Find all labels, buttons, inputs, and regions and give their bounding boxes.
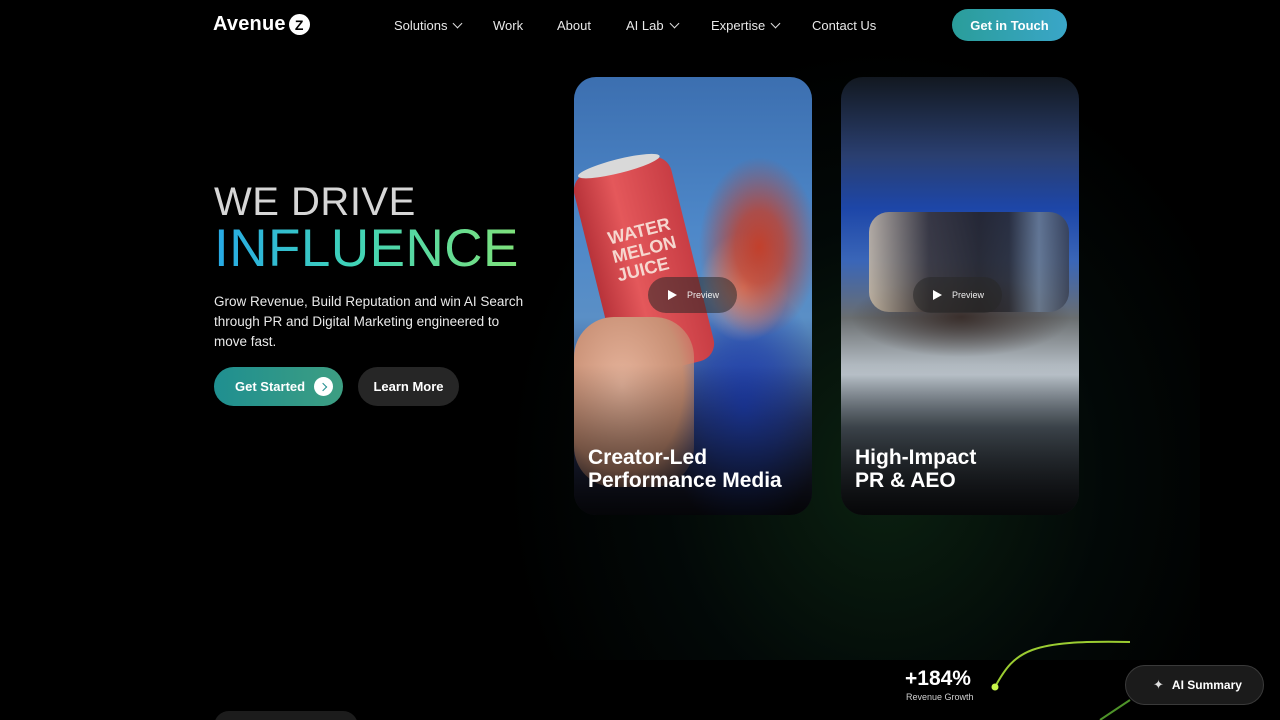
hero-heading-line2: INFLUENCE xyxy=(214,219,519,278)
ai-summary-button[interactable]: ✦ AI Summary xyxy=(1125,665,1264,705)
main-nav: Solutions Work About AI Lab Expertise Co… xyxy=(394,18,876,33)
get-started-button[interactable]: Get Started xyxy=(214,367,343,406)
logo-text: Avenue xyxy=(213,13,286,35)
chevron-down-icon xyxy=(770,18,781,29)
learn-more-button[interactable]: Learn More xyxy=(358,367,459,406)
site-header: Avenue Z Solutions Work About AI Lab Exp… xyxy=(0,0,1280,52)
card-high-impact[interactable]: Preview High-Impact PR & AEO xyxy=(841,77,1079,515)
nav-item-contact-us[interactable]: Contact Us xyxy=(812,18,876,33)
get-in-touch-button[interactable]: Get in Touch xyxy=(952,9,1067,41)
nav-item-work[interactable]: Work xyxy=(493,18,557,33)
preview-button[interactable]: Preview xyxy=(913,277,1003,313)
sparkle-icon: ✦ xyxy=(1153,677,1164,692)
card-title: High-Impact PR & AEO xyxy=(855,446,977,492)
nav-item-ai-lab[interactable]: AI Lab xyxy=(626,18,711,33)
hero-subtitle: Grow Revenue, Build Reputation and win A… xyxy=(214,294,524,349)
nav-item-solutions[interactable]: Solutions xyxy=(394,18,493,33)
chevron-down-icon xyxy=(453,18,463,29)
stat-value: +184% xyxy=(905,667,971,690)
avenue-z-logo[interactable]: Avenue Z xyxy=(213,13,310,36)
play-icon xyxy=(933,290,942,300)
stat-label: Revenue Growth xyxy=(906,692,974,702)
nav-item-about[interactable]: About xyxy=(557,18,626,33)
bottom-pill xyxy=(214,711,358,720)
play-icon xyxy=(668,290,677,300)
preview-button[interactable]: Preview xyxy=(648,277,738,313)
nav-item-expertise[interactable]: Expertise xyxy=(711,18,812,33)
card-title: Creator-Led Performance Media xyxy=(588,446,782,492)
logo-z-mark: Z xyxy=(288,14,310,35)
curve-point xyxy=(991,683,999,691)
card-creator-led[interactable]: WATER MELON JUICE Preview Creator-Led Pe… xyxy=(574,77,812,515)
chevron-down-icon xyxy=(669,18,680,29)
arrow-right-icon xyxy=(314,377,334,396)
can-label: WATER MELON JUICE xyxy=(605,213,679,286)
